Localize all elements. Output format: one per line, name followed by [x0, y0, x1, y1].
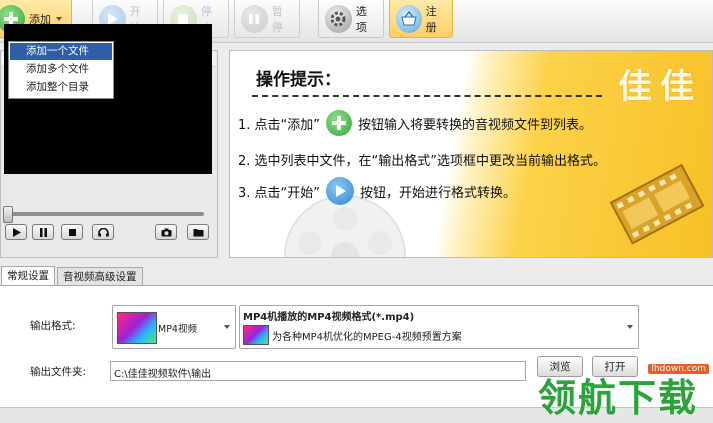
output-folder-input[interactable]: C:\佳佳视频软件\输出	[110, 361, 526, 381]
format-category-value: MP4视频	[158, 324, 197, 335]
chevron-down-icon	[224, 325, 230, 329]
tip-step-1-text-a: 1. 点击“添加”	[238, 117, 321, 133]
tip-step-3: 3. 点击“开始” 按钮，开始进行格式转换。	[238, 177, 516, 205]
mp4-thumbnail-icon	[117, 312, 157, 344]
audio-control-button[interactable]	[92, 224, 114, 240]
output-format-label: 输出格式:	[30, 320, 76, 332]
pause-label: 暂停	[271, 4, 283, 34]
basket-icon	[396, 4, 422, 33]
pause-icon	[241, 4, 268, 33]
register-label: 注册	[425, 4, 437, 34]
add-dropdown-menu: 添加一个文件 添加多个文件 添加整个目录	[8, 41, 114, 99]
gear-icon	[325, 4, 352, 33]
play-icon	[12, 227, 21, 237]
pause-icon	[39, 227, 47, 237]
snapshot-button[interactable]	[155, 224, 177, 240]
stop-icon	[68, 228, 76, 236]
seek-track[interactable]	[8, 212, 204, 216]
play-control-button[interactable]	[5, 224, 27, 240]
tip-step-2: 2. 选中列表中文件，在“输出格式”选项框中更改当前输出格式。	[238, 154, 607, 169]
settings-tabs: 常规设置 音视频高级设置	[0, 266, 713, 286]
play-icon	[326, 177, 355, 205]
menu-item-add-directory[interactable]: 添加整个目录	[10, 79, 112, 96]
jiajia-logo: 佳佳	[618, 67, 702, 107]
pause-button[interactable]: 暂停	[234, 0, 300, 38]
format-preset-title: MP4机播放的MP4视频格式(*.mp4)	[243, 312, 415, 323]
tip-step-1-text-b: 按钮输入将要转换的音视频文件到列表。	[358, 117, 593, 133]
film-strip-graphic	[609, 163, 705, 245]
menu-item-add-one-file[interactable]: 添加一个文件	[10, 43, 112, 60]
tip-step-3-text-b: 按钮，开始进行格式转换。	[360, 185, 517, 201]
options-button[interactable]: 选项	[318, 0, 384, 38]
tab-advanced-av-settings[interactable]: 音视频高级设置	[57, 267, 143, 285]
menu-item-add-multiple-files[interactable]: 添加多个文件	[10, 61, 112, 78]
tips-divider	[252, 95, 602, 97]
tips-title: 操作提示：	[256, 70, 341, 90]
headphones-icon	[97, 227, 109, 236]
output-folder-label: 输出文件夹:	[30, 366, 87, 378]
open-folder-button[interactable]	[187, 224, 209, 240]
pause-control-button[interactable]	[32, 224, 54, 240]
chevron-down-icon	[627, 325, 633, 329]
add-icon	[326, 110, 353, 136]
watermark-url: lhdown.com	[648, 364, 709, 374]
format-preset-select[interactable]: MP4机播放的MP4视频格式(*.mp4) 为各种MP4机优化的MPEG-4视频…	[239, 305, 639, 349]
options-label: 选项	[355, 4, 367, 34]
tip-step-3-text-a: 3. 点击“开始”	[238, 185, 321, 201]
register-button[interactable]: 注册	[389, 0, 453, 38]
folder-icon	[193, 228, 203, 236]
mp4-thumbnail-icon	[243, 325, 269, 345]
watermark: lhdown.com 领航下载	[538, 363, 713, 422]
tab-general-settings[interactable]: 常规设置	[1, 266, 55, 286]
seek-slider-thumb[interactable]	[3, 206, 13, 223]
tips-panel: 佳佳 操作提示： 1. 点击“添加” 按钮输入将要转换的音视频文件到列表。 2.…	[229, 50, 713, 258]
chevron-down-icon[interactable]	[55, 16, 63, 22]
camera-icon	[161, 228, 171, 236]
format-category-select[interactable]: MP4视频	[112, 305, 236, 349]
watermark-text: 领航下载	[538, 376, 699, 420]
output-folder-value: C:\佳佳视频软件\输出	[114, 369, 212, 380]
tip-step-1: 1. 点击“添加” 按钮输入将要转换的音视频文件到列表。	[238, 110, 592, 136]
format-preset-desc: 为各种MP4机优化的MPEG-4视频预置方案	[272, 332, 462, 343]
stop-control-button[interactable]	[61, 224, 83, 240]
